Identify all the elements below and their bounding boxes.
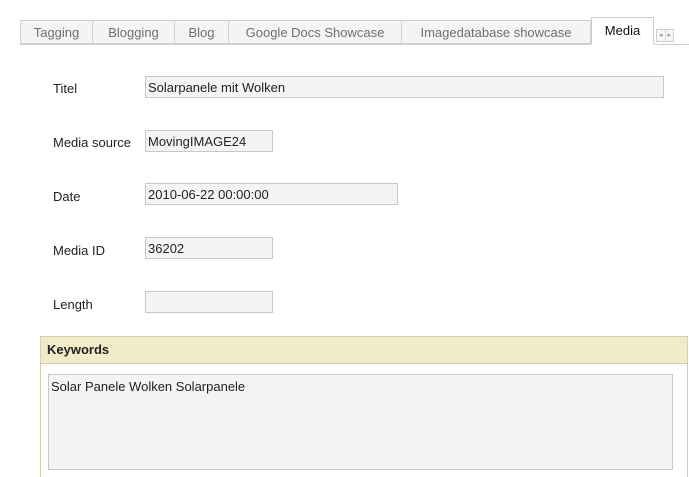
- tab-google-docs-showcase[interactable]: Google Docs Showcase: [228, 20, 401, 44]
- media-id-label: Media ID: [53, 243, 106, 258]
- date-label: Date: [53, 189, 81, 204]
- titel-field[interactable]: [145, 76, 664, 98]
- media-tab-panel: Titel Media source Date Media ID Length …: [20, 44, 688, 477]
- scroll-left-icon[interactable]: ◂: [657, 30, 666, 41]
- media-source-label: Media source: [53, 135, 132, 150]
- scroll-right-icon[interactable]: ▸: [666, 30, 674, 41]
- length-field[interactable]: [145, 291, 273, 313]
- tab-tagging[interactable]: Tagging: [20, 20, 92, 44]
- keywords-field[interactable]: Solar Panele Wolken Solarpanele: [48, 374, 673, 470]
- tab-imagedatabase-showcase[interactable]: Imagedatabase showcase: [401, 20, 591, 44]
- keywords-section: Keywords Solar Panele Wolken Solarpanele: [40, 336, 688, 477]
- media-source-field[interactable]: [145, 130, 273, 152]
- media-id-field[interactable]: [145, 237, 273, 259]
- tab-media[interactable]: Media: [591, 17, 654, 45]
- tab-blog[interactable]: Blog: [174, 20, 228, 44]
- tab-bar: Tagging Blogging Blog Google Docs Showca…: [20, 17, 689, 45]
- tab-blogging[interactable]: Blogging: [92, 20, 174, 44]
- length-label: Length: [53, 297, 93, 312]
- date-field[interactable]: [145, 183, 398, 205]
- tab-scroller[interactable]: ◂ ▸: [656, 29, 674, 42]
- titel-label: Titel: [53, 81, 78, 96]
- keywords-header: Keywords: [41, 337, 687, 364]
